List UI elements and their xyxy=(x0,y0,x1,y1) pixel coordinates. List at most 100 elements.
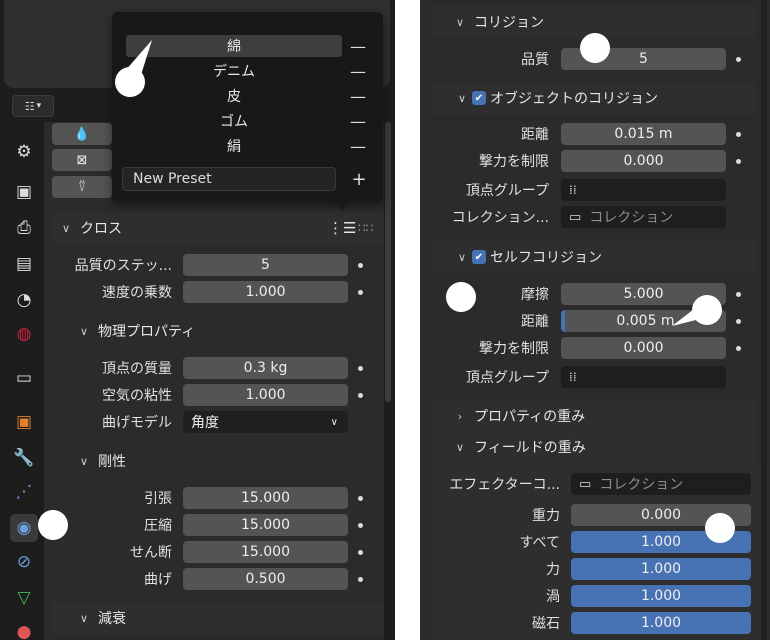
object-tab-icon[interactable]: ▣ xyxy=(10,408,38,436)
minus-icon[interactable]: — xyxy=(350,35,366,57)
chevron-down-icon: ∨ xyxy=(457,250,467,264)
keyframe-dot[interactable] xyxy=(736,159,741,164)
physical-properties-header[interactable]: ∨ 物理プロパティ xyxy=(52,315,384,347)
minus-icon[interactable]: — xyxy=(350,85,366,107)
collection-tab-icon[interactable]: ▭ xyxy=(10,364,38,392)
object-collision-header[interactable]: ∨ ✔ オブジェクトのコリジョン xyxy=(432,82,755,114)
new-preset-input[interactable]: New Preset xyxy=(122,167,336,191)
self-collision-header[interactable]: ∨ ✔ セルフコリジョン xyxy=(432,241,755,273)
bending-model-label: 曲げモデル xyxy=(102,415,172,431)
field-weights-title: フィールドの重み xyxy=(474,440,586,456)
object-impulse-clamp-field[interactable]: 0.000 xyxy=(561,150,726,172)
vertex-mass-row: 頂点の質量 0.3 kg xyxy=(52,356,384,380)
minus-icon[interactable]: — xyxy=(350,110,366,132)
scrollbar[interactable] xyxy=(385,122,391,402)
keyframe-dot[interactable] xyxy=(358,550,363,555)
view-layer-tab-icon[interactable]: ▤ xyxy=(10,250,38,278)
plus-icon[interactable]: + xyxy=(350,167,368,191)
object-impulse-clamp-label: 撃力を制限 xyxy=(479,154,549,170)
keyframe-dot[interactable] xyxy=(358,263,363,268)
all-weight-label: すべて xyxy=(519,535,560,551)
chevron-right-icon: ∨ xyxy=(79,611,89,625)
particles-tab-icon[interactable]: ⋰ xyxy=(10,478,38,506)
keyframe-dot[interactable] xyxy=(358,577,363,582)
material-tab-icon[interactable]: ● xyxy=(10,618,38,640)
keyframe-dot[interactable] xyxy=(358,393,363,398)
minus-icon[interactable]: — xyxy=(350,60,366,82)
keyframe-dot[interactable] xyxy=(358,496,363,501)
keyframe-dot[interactable] xyxy=(358,523,363,528)
magnetic-weight-field[interactable]: 1.000 xyxy=(571,612,751,634)
dynamic-paint-icon[interactable]: ⍢ xyxy=(52,176,112,198)
fluid-icon[interactable]: 💧 xyxy=(52,123,112,145)
tension-field[interactable]: 15.000 xyxy=(183,487,348,509)
keyframe-dot[interactable] xyxy=(736,132,741,137)
compression-field[interactable]: 15.000 xyxy=(183,514,348,536)
minus-icon[interactable]: — xyxy=(350,135,366,157)
object-collision-checkbox[interactable]: ✔ xyxy=(472,91,486,105)
vertex-group-icon: ⁞⁞ xyxy=(569,183,577,197)
air-viscosity-label: 空気の粘性 xyxy=(102,388,172,404)
vortex-weight-field[interactable]: 1.000 xyxy=(571,585,751,607)
scrollbar[interactable] xyxy=(761,0,767,640)
vortex-weight-label: 渦 xyxy=(546,589,560,605)
effector-collection-field[interactable]: ▭ コレクション xyxy=(571,473,751,495)
editor-type-button[interactable]: ☷ ▾ xyxy=(12,95,54,117)
self-collision-checkbox[interactable]: ✔ xyxy=(472,250,486,264)
bending-model-dropdown[interactable]: 角度 ∨ xyxy=(183,411,348,433)
keyframe-dot[interactable] xyxy=(736,57,741,62)
air-viscosity-field[interactable]: 1.000 xyxy=(183,384,348,406)
preset-item-silk[interactable]: 絹 xyxy=(126,135,342,157)
preset-item-rubber[interactable]: ゴム xyxy=(126,110,342,132)
drag-handle-icon[interactable]: ∷∷ xyxy=(358,221,373,235)
output-tab-icon[interactable]: ⎙ xyxy=(10,214,38,242)
speed-multiplier-field[interactable]: 1.000 xyxy=(183,281,348,303)
effector-collection-row: エフェクターコ... ▭ コレクション xyxy=(432,472,755,496)
physics-tab-icon[interactable]: ◉ xyxy=(10,514,38,542)
tool-tab-icon[interactable]: ⚙ xyxy=(10,138,38,166)
annotation-marker xyxy=(705,513,735,543)
property-weights-title: プロパティの重み xyxy=(474,409,586,425)
quality-steps-label: 品質のステッ... xyxy=(74,258,172,274)
modifier-tab-icon[interactable]: 🔧 xyxy=(10,444,38,472)
self-vertex-group-field[interactable]: ⁞⁞ xyxy=(561,366,726,388)
preset-item-leather[interactable]: 皮 xyxy=(126,85,342,107)
self-impulse-clamp-field[interactable]: 0.000 xyxy=(561,337,726,359)
stiffness-title: 剛性 xyxy=(98,454,126,470)
effector-placeholder: コレクション xyxy=(599,477,684,493)
data-tab-icon[interactable]: ▽ xyxy=(10,584,38,612)
preset-item-denim[interactable]: デニム xyxy=(126,60,342,82)
preset-list-icon[interactable]: ⋮☰ xyxy=(328,219,356,237)
chevron-down-icon: ∨ xyxy=(455,440,465,454)
keyframe-dot[interactable] xyxy=(736,292,741,297)
tension-row: 引張 15.000 xyxy=(52,486,384,510)
bending-label: 曲げ xyxy=(144,572,172,588)
keyframe-dot[interactable] xyxy=(358,290,363,295)
physical-properties-title: 物理プロパティ xyxy=(98,324,196,340)
preset-item-cotton[interactable]: 綿 xyxy=(126,35,342,57)
collision-collection-field[interactable]: ▭ コレクション xyxy=(561,206,726,228)
scene-tab-icon[interactable]: ◔ xyxy=(10,286,38,314)
constraints-tab-icon[interactable]: ⊘ xyxy=(10,548,38,576)
object-vertex-group-field[interactable]: ⁞⁞ xyxy=(561,179,726,201)
quality-steps-field[interactable]: 5 xyxy=(183,254,348,276)
keyframe-dot[interactable] xyxy=(358,366,363,371)
shear-label: せん断 xyxy=(130,545,172,561)
object-distance-field[interactable]: 0.015 m xyxy=(561,123,726,145)
stiffness-header[interactable]: ∨ 剛性 xyxy=(52,445,384,477)
render-tab-icon[interactable]: ▣ xyxy=(10,178,38,206)
keyframe-dot[interactable] xyxy=(736,346,741,351)
damping-header[interactable]: ∨ 減衰 xyxy=(52,602,384,634)
cloth-section-header[interactable]: ∨ クロス ⋮☰ ∷∷ xyxy=(52,212,384,244)
bending-row: 曲げ 0.500 xyxy=(52,567,384,591)
vertex-mass-field[interactable]: 0.3 kg xyxy=(183,357,348,379)
property-weights-header[interactable]: › プロパティの重み xyxy=(432,400,755,432)
field-weights-header[interactable]: ∨ フィールドの重み xyxy=(432,431,755,463)
shear-field[interactable]: 15.000 xyxy=(183,541,348,563)
bending-field[interactable]: 0.500 xyxy=(183,568,348,590)
object-vertex-group-label: 頂点グループ xyxy=(465,183,549,199)
keyframe-dot[interactable] xyxy=(736,319,741,324)
force-weight-field[interactable]: 1.000 xyxy=(571,558,751,580)
world-tab-icon[interactable]: ◍ xyxy=(10,320,38,348)
cloth-icon[interactable]: ⊠ xyxy=(52,149,112,171)
